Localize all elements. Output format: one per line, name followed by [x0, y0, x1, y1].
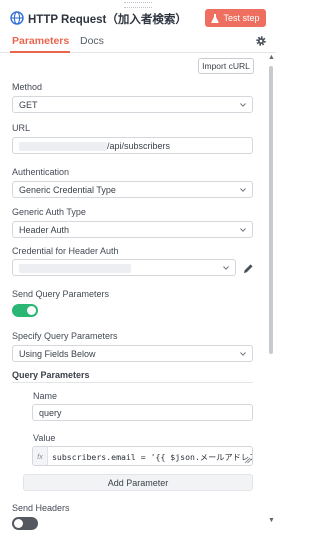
import-curl-button[interactable]: Import cURL: [198, 58, 254, 74]
specify-query-parameters-value: Using Fields Below: [19, 349, 96, 359]
scroll-down-arrow-icon[interactable]: ▼: [268, 517, 275, 524]
node-header: HTTP Request（加入者検索） Test step: [0, 8, 276, 30]
url-host-redacted: [19, 142, 107, 152]
parameter-value-expression-input[interactable]: fx subscribers.email = '{{ $json.メールアドレス…: [32, 446, 253, 466]
authentication-select[interactable]: Generic Credential Type: [12, 181, 253, 198]
chevron-down-icon: [223, 266, 229, 270]
active-tab-indicator: [10, 51, 70, 53]
generic-auth-type-select[interactable]: Header Auth: [12, 221, 253, 238]
node-title: HTTP Request（加入者検索）: [28, 14, 187, 26]
tab-bar: Parameters Docs: [0, 32, 276, 53]
generic-auth-type-value: Header Auth: [19, 225, 70, 235]
credential-value-wrapper: [19, 263, 131, 274]
parameter-name-label: Name: [33, 391, 58, 401]
send-query-parameters-toggle[interactable]: [12, 304, 38, 317]
tab-docs[interactable]: Docs: [80, 35, 104, 47]
generic-auth-type-label: Generic Auth Type: [12, 207, 86, 217]
url-input[interactable]: /api/subscribers: [12, 137, 253, 154]
toggle-knob: [14, 519, 23, 528]
pencil-icon[interactable]: [243, 263, 254, 274]
parameter-value-expression: subscribers.email = '{{ $json.メールアドレス }}…: [52, 452, 253, 462]
scrollbar[interactable]: ▲ ▼: [268, 54, 275, 524]
parameter-name-input[interactable]: query: [32, 404, 253, 421]
resize-handle-icon[interactable]: [244, 457, 251, 464]
chevron-down-icon: [240, 352, 246, 356]
authentication-label: Authentication: [12, 167, 70, 177]
url-label: URL: [12, 123, 31, 133]
method-value: GET: [19, 100, 38, 110]
credential-select[interactable]: [12, 259, 236, 276]
parameter-name-value: query: [39, 408, 62, 418]
method-select[interactable]: GET: [12, 96, 253, 113]
gear-icon[interactable]: [255, 35, 267, 47]
specify-query-parameters-select[interactable]: Using Fields Below: [12, 345, 253, 362]
scroll-up-arrow-icon[interactable]: ▲: [268, 54, 275, 61]
chevron-down-icon: [240, 188, 246, 192]
credential-label: Credential for Header Auth: [12, 246, 119, 256]
method-label: Method: [12, 82, 43, 92]
add-parameter-button[interactable]: Add Parameter: [23, 474, 253, 491]
credential-redacted: [19, 264, 131, 274]
parameter-value-label: Value: [33, 433, 56, 443]
scrollbar-thumb[interactable]: [269, 66, 273, 354]
specify-query-parameters-label: Specify Query Parameters: [12, 331, 118, 341]
flask-icon: [211, 13, 220, 23]
toggle-knob: [27, 306, 36, 315]
query-parameters-title: Query Parameters: [12, 370, 90, 380]
fx-badge: fx: [33, 447, 48, 465]
test-step-button[interactable]: Test step: [205, 9, 266, 27]
send-headers-label: Send Headers: [12, 503, 70, 513]
send-query-parameters-label: Send Query Parameters: [12, 289, 110, 299]
send-headers-toggle[interactable]: [12, 517, 38, 530]
url-value-wrapper: /api/subscribers: [19, 141, 171, 152]
chevron-down-icon: [240, 103, 246, 107]
test-step-label: Test step: [223, 13, 260, 23]
url-value: /api/subscribers: [107, 141, 171, 151]
chevron-down-icon: [240, 228, 246, 232]
section-divider: [12, 382, 253, 383]
authentication-value: Generic Credential Type: [19, 185, 116, 195]
tab-parameters[interactable]: Parameters: [12, 35, 69, 47]
globe-icon: [10, 11, 24, 25]
